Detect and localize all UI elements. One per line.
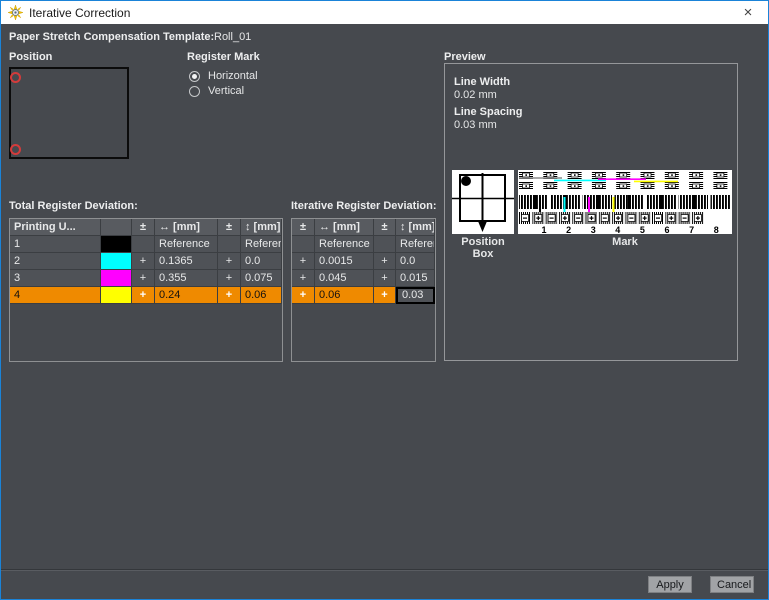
template-value: Roll_01 [214,31,251,43]
cancel-button[interactable]: Cancel [710,576,754,593]
header-color [101,219,132,236]
h-sign-button[interactable]: + [132,270,155,287]
v-value-cell[interactable]: 0.075 [241,270,282,287]
header-v-sign: ± [374,219,396,236]
h-value-cell[interactable]: Reference [155,236,218,253]
h-sign-button[interactable] [292,236,315,253]
header-v-sign: ± [218,219,241,236]
v-value-cell[interactable]: Reference [241,236,282,253]
radio-selected-icon[interactable] [189,71,200,82]
mark-number: 4 [615,225,620,234]
unit-cell[interactable]: 1 [10,236,101,253]
mark-number: 2 [566,225,571,234]
mark-image: 1 2 3 4 5 6 7 8 [518,170,732,234]
register-position-top-left-icon[interactable] [10,72,21,83]
close-icon[interactable]: × [738,3,758,22]
preview-label: Preview [444,51,486,63]
line-spacing-label: Line Spacing [454,106,522,118]
position-box-image [452,170,514,234]
v-value-cell[interactable]: 0.015 [396,270,435,287]
h-value-cell[interactable]: 0.045 [315,270,374,287]
position-label: Position [9,51,52,63]
mark-number: 5 [640,225,645,234]
h-sign-button[interactable]: + [292,287,315,304]
header-v-mm: ↕ [mm] [396,219,435,236]
window-title: Iterative Correction [29,6,130,20]
v-sign-button[interactable] [374,236,396,253]
line-spacing-value: 0.03 mm [454,119,497,131]
h-value-cell[interactable]: 0.0015 [315,253,374,270]
v-sign-button[interactable]: + [218,287,241,304]
h-sign-button[interactable]: + [132,287,155,304]
register-mark-label: Register Mark [187,51,260,63]
h-sign-button[interactable]: + [132,253,155,270]
color-swatch [101,253,132,270]
iterative-deviation-table: ± ↔ [mm] ± ↕ [mm] Reference Reference + … [291,218,436,362]
total-deviation-table: Printing U... ± ↔ [mm] ± ↕ [mm] 1 Refere… [9,218,283,362]
color-swatch [101,287,132,304]
mark-image-label: Mark [518,236,732,248]
v-sign-button[interactable]: + [374,253,396,270]
v-sign-button[interactable]: + [218,253,241,270]
h-value-cell[interactable]: 0.1365 [155,253,218,270]
header-h-sign: ± [292,219,315,236]
v-value-cell[interactable]: 0.0 [241,253,282,270]
app-icon [8,5,23,20]
title-bar: Iterative Correction × [1,1,768,24]
header-printing-unit: Printing U... [10,219,101,236]
header-h-mm: ↔ [mm] [315,219,374,236]
header-h-sign: ± [132,219,155,236]
line-width-label: Line Width [454,76,510,88]
preview-panel: Line Width 0.02 mm Line Spacing 0.03 mm [444,63,738,361]
v-sign-button[interactable]: + [374,270,396,287]
mark-number: 3 [591,225,596,234]
h-sign-button[interactable]: + [292,253,315,270]
h-value-cell[interactable]: 0.355 [155,270,218,287]
mark-number: 8 [714,225,719,234]
v-value-cell[interactable]: 0.0 [396,253,435,270]
h-value-cell[interactable]: 0.06 [315,287,374,304]
total-deviation-title: Total Register Deviation: [9,200,138,212]
line-width-value: 0.02 mm [454,89,497,101]
v-value-cell[interactable]: Reference [396,236,435,253]
position-selector[interactable] [9,67,129,159]
h-value-cell[interactable]: 0.24 [155,287,218,304]
iterative-correction-dialog: Iterative Correction × Paper Stretch Com… [0,0,769,600]
radio-vertical-label: Vertical [208,85,244,97]
mark-number: 6 [664,225,669,234]
radio-unselected-icon[interactable] [189,86,200,97]
header-v-mm: ↕ [mm] [241,219,282,236]
color-swatch [101,236,132,253]
color-swatch [101,270,132,287]
apply-button[interactable]: Apply [648,576,692,593]
header-h-mm: ↔ [mm] [155,219,218,236]
radio-horizontal[interactable]: Horizontal [189,69,258,83]
v-sign-button[interactable] [218,236,241,253]
v-value-edit-cell[interactable]: 0.03 [396,287,435,304]
iterative-deviation-title: Iterative Register Deviation: [291,200,437,212]
position-box-image-label: Position Box [452,236,514,260]
mark-number: 1 [541,225,546,234]
template-label: Paper Stretch Compensation Template: [9,31,214,43]
h-sign-button[interactable] [132,236,155,253]
v-value-cell[interactable]: 0.06 [241,287,282,304]
radio-vertical[interactable]: Vertical [189,84,244,98]
h-sign-button[interactable]: + [292,270,315,287]
unit-cell[interactable]: 2 [10,253,101,270]
radio-horizontal-label: Horizontal [208,70,258,82]
v-sign-button[interactable]: + [218,270,241,287]
mark-number: 7 [689,225,694,234]
unit-cell[interactable]: 4 [10,287,101,304]
h-value-cell[interactable]: Reference [315,236,374,253]
v-sign-button[interactable]: + [374,287,396,304]
unit-cell[interactable]: 3 [10,270,101,287]
register-position-bottom-left-icon[interactable] [10,144,21,155]
footer-separator [1,569,768,571]
